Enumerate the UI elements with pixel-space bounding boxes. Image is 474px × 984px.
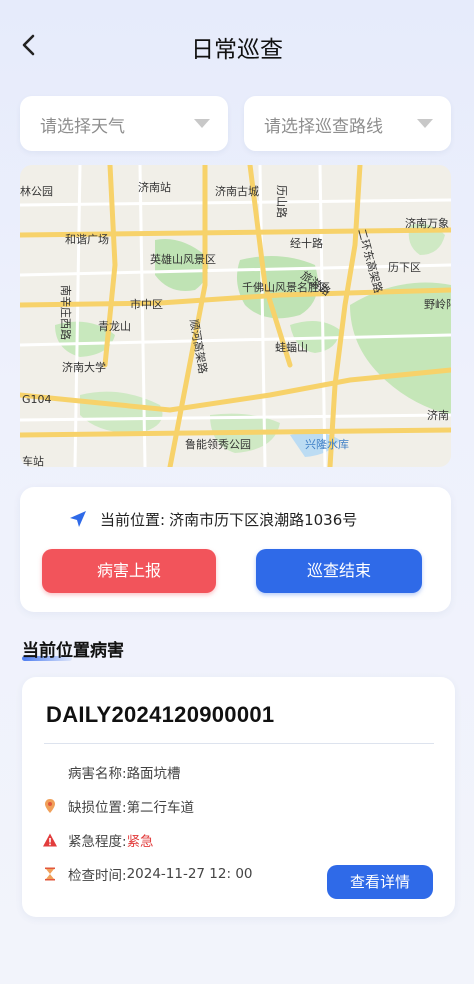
route-select[interactable]: 请选择巡查路线 [244,96,451,151]
map-label: 野岭阳 [424,297,451,311]
disease-time-row: 检查时间: 2024-11-27 12: 00 [42,864,253,884]
map-label: 济南 [427,408,449,422]
disease-name-label: 病害名称: [68,766,127,782]
map-label: 青龙山 [98,320,131,333]
map-label: 鲁能领秀公园 [185,437,251,451]
weather-select[interactable]: 请选择天气 [20,96,228,151]
disease-urgency-value: 紧急 [126,834,154,850]
map-label: 林公园 [20,184,53,198]
map-label: 济南大学 [62,360,106,374]
map-label: 兴隆水库 [305,437,349,451]
hourglass-icon [45,867,55,881]
disease-urgency-label: 紧急程度: [68,834,127,850]
disease-time-label: 检查时间: [68,868,127,884]
map-label: 经十路 [290,236,323,250]
warning-triangle-icon [43,833,57,847]
location-value: 济南市历下区浪潮路1036号 [169,510,358,529]
map-label: 和谐广场 [65,232,109,246]
weather-select-placeholder: 请选择天气 [40,117,125,137]
map-label: 车站 [22,454,44,467]
map-label: 济南古城 [215,184,259,198]
caret-down-icon [417,119,433,128]
view-detail-button[interactable]: 查看详情 [327,865,433,899]
finish-patrol-button[interactable]: 巡查结束 [256,549,422,593]
disease-urgency-row: 紧急程度: 紧急 [42,830,154,850]
disease-position-label: 缺损位置: [68,800,127,816]
disease-card[interactable]: DAILY2024120900001 病害名称: 路面坑槽 缺损位置: 第二行车… [22,677,455,917]
map-pin-icon [45,799,55,813]
map-label: 蛙蝠山 [275,341,308,354]
blank-icon [42,764,58,780]
disease-name-value: 路面坑槽 [126,766,181,782]
map-label: 济南万象 [405,216,449,230]
map-label: 南辛庄西路 [59,285,73,340]
map-label: 济南站 [138,180,171,194]
map-label: 市中区 [130,297,163,311]
location-card: 当前位置: 济南市历下区浪潮路1036号 病害上报 巡查结束 [20,487,451,612]
disease-name-row: 病害名称: 路面坑槽 [42,762,181,782]
disease-id: DAILY2024120900001 [46,702,275,727]
disease-position-row: 缺损位置: 第二行车道 [42,796,194,816]
navigation-arrow-icon [70,511,86,527]
map-label: 历山路 [275,185,288,218]
caret-down-icon [194,119,210,128]
section-title: 当前位置病害 [22,641,124,661]
disease-position-value: 第二行车道 [126,800,195,816]
divider [44,743,434,744]
route-select-placeholder: 请选择巡查路线 [264,117,383,137]
disease-time-value: 2024-11-27 12: 00 [126,866,253,882]
header-bar: 日常巡查 [0,0,474,90]
map-label: 英雄山风景区 [150,252,216,266]
map-canvas: 济南站 济南古城 历山路 济南万象 林公园 和谐广场 经十路 英雄山风景区 二环… [20,165,451,467]
report-disease-button[interactable]: 病害上报 [42,549,216,593]
map-view[interactable]: 济南站 济南古城 历山路 济南万象 林公园 和谐广场 经十路 英雄山风景区 二环… [20,165,451,467]
map-label: 二环东高架路 [355,227,386,294]
map-label: 历下区 [388,261,421,274]
page-title: 日常巡查 [191,37,283,63]
location-label: 当前位置: [100,510,166,529]
current-location: 当前位置: 济南市历下区浪潮路1036号 [68,507,357,531]
map-label: G104 [22,393,52,406]
